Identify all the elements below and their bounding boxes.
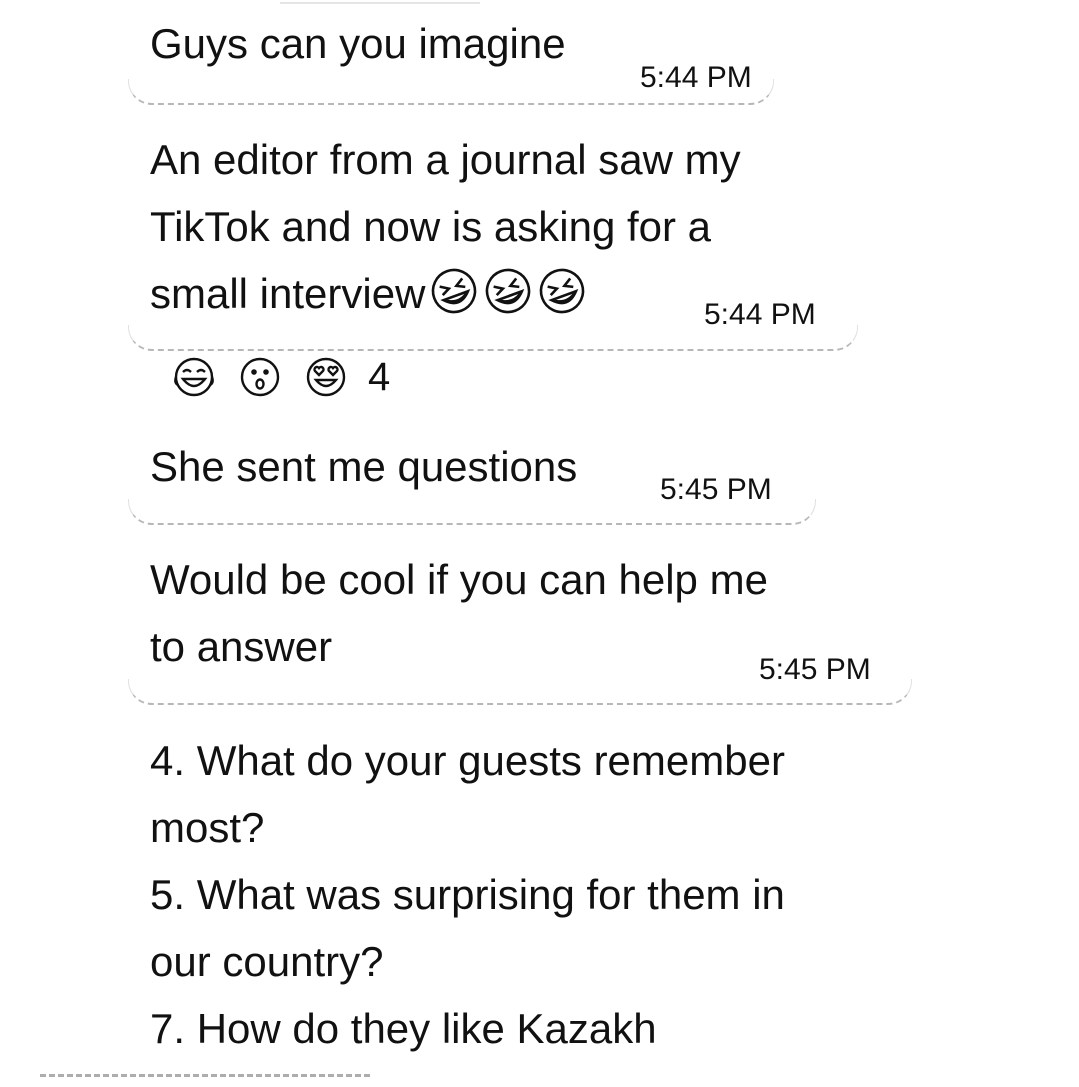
previous-message-edge — [280, 0, 480, 4]
rolling-on-floor-laughing-icon — [432, 268, 477, 314]
bubble-edge — [128, 679, 912, 705]
reaction-count: 4 — [368, 355, 391, 399]
message-bubble[interactable]: Would be cool if you can help me to answ… — [128, 546, 912, 705]
heart-eyes-icon — [306, 357, 346, 397]
rolling-on-floor-laughing-icon — [540, 268, 585, 314]
message-bubble[interactable]: An editor from a journal saw my TikTok a… — [128, 126, 858, 351]
message-text: An editor from a journal saw my TikTok a… — [150, 126, 858, 327]
chat-thread: Guys can you imagine 5:44 PM An editor f… — [0, 0, 1079, 1081]
reactions-bar[interactable]: 4 — [172, 352, 390, 402]
bubble-edge — [128, 499, 816, 525]
tears-of-joy-icon — [174, 357, 214, 397]
bubble-edge — [128, 79, 774, 105]
laughing-emoji-group — [425, 268, 587, 317]
bubble-edge — [128, 325, 858, 351]
rolling-on-floor-laughing-icon — [486, 268, 531, 314]
astonished-face-icon — [240, 357, 280, 397]
message-bubble[interactable]: Guys can you imagine 5:44 PM — [128, 10, 774, 105]
message-text: 4. What do your guests remember most? 5.… — [150, 737, 785, 1052]
message-bubble[interactable]: 4. What do your guests remember most? 5.… — [128, 727, 928, 1087]
message-bubble[interactable]: She sent me questions 5:45 PM — [128, 433, 816, 525]
